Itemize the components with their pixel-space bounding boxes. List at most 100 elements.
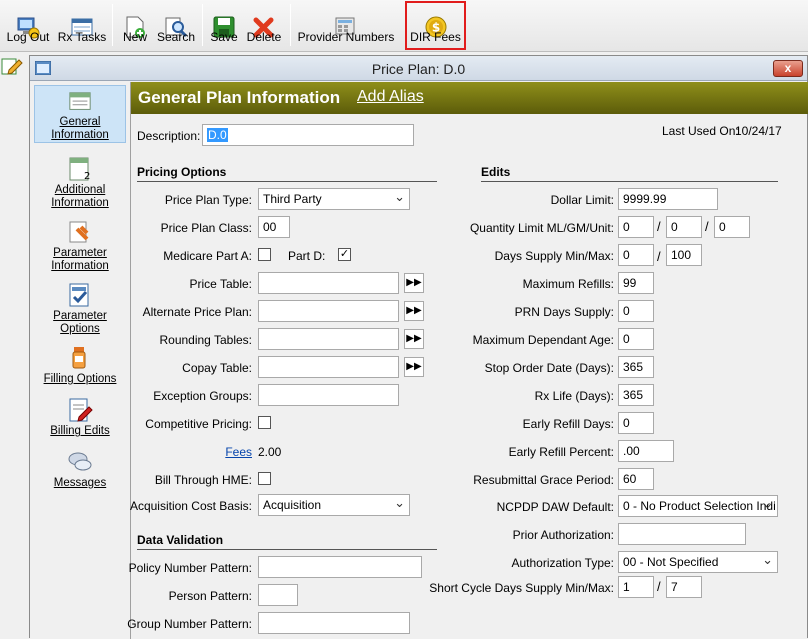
quantity-limit-ml-field[interactable]: 0: [618, 216, 654, 238]
authorization-type-select[interactable]: 00 - Not Specified: [618, 551, 778, 573]
dollar-limit-field[interactable]: 9999.99: [618, 188, 718, 210]
maximum-refills-field[interactable]: 99: [618, 272, 654, 294]
stop-order-date-label: Stop Order Date (Days):: [484, 361, 614, 375]
competitive-pricing-label: Competitive Pricing:: [145, 417, 252, 431]
nav-messages[interactable]: Messages: [34, 445, 126, 493]
early-refill-days-value: 0: [623, 416, 630, 430]
delete-button[interactable]: Delete: [244, 2, 284, 48]
days-supply-max-field[interactable]: 100: [666, 244, 702, 266]
save-button[interactable]: Save: [208, 2, 240, 48]
quantity-limit-gm-field[interactable]: 0: [666, 216, 702, 238]
search-button[interactable]: Search: [156, 2, 196, 48]
nav-billing-edits[interactable]: Billing Edits: [34, 393, 126, 441]
rx-tasks-label: Rx Tasks: [57, 30, 107, 44]
svg-text:2: 2: [84, 171, 90, 182]
nav-parameter-information[interactable]: Parameter Information: [34, 215, 126, 275]
prior-authorization-field[interactable]: [618, 523, 746, 545]
short-cycle-min-value: 1: [623, 580, 630, 594]
nav-parameter-info-label: Parameter Information: [51, 247, 109, 272]
general-information-icon: [69, 92, 91, 110]
slash-separator: /: [657, 249, 661, 264]
alternate-price-plan-lookup-button[interactable]: ▶▶: [404, 301, 424, 321]
billing-edits-icon: [69, 398, 93, 422]
window-close-button[interactable]: x: [773, 60, 803, 77]
alternate-price-plan-field[interactable]: [258, 300, 399, 322]
quantity-limit-gm-value: 0: [671, 220, 678, 234]
nav-filling-options[interactable]: Filling Options: [34, 341, 126, 389]
price-table-field[interactable]: [258, 272, 399, 294]
copay-table-field[interactable]: [258, 356, 399, 378]
price-plan-class-field[interactable]: 00: [258, 216, 290, 238]
new-button[interactable]: New: [118, 2, 152, 48]
stop-order-date-field[interactable]: 365: [618, 356, 654, 378]
resubmittal-grace-period-label: Resubmittal Grace Period:: [473, 473, 614, 487]
delete-label: Delete: [246, 30, 282, 44]
new-label: New: [122, 30, 147, 44]
messages-icon: [68, 452, 92, 471]
resubmittal-grace-period-field[interactable]: 60: [618, 468, 654, 490]
rounding-tables-lookup-button[interactable]: ▶▶: [404, 329, 424, 349]
days-supply-min-value: 0: [623, 248, 630, 262]
acquisition-cost-basis-value: Acquisition: [263, 498, 322, 512]
person-pattern-label: Person Pattern:: [168, 589, 252, 603]
nav-parameter-options[interactable]: Parameter Options: [34, 278, 126, 338]
exception-groups-field[interactable]: [258, 384, 399, 406]
edit-pencil-icon[interactable]: [1, 56, 25, 76]
bill-through-hme-checkbox[interactable]: [258, 472, 271, 485]
window-title: Price Plan: D.0: [371, 61, 466, 77]
policy-number-pattern-field[interactable]: [258, 556, 422, 578]
copay-table-label: Copay Table:: [182, 361, 252, 375]
prn-days-supply-value: 0: [623, 304, 630, 318]
price-table-lookup-button[interactable]: ▶▶: [404, 273, 424, 293]
dir-fees-button[interactable]: $ DIR Fees: [405, 1, 466, 50]
medicare-part-a-label: Medicare Part A:: [163, 249, 252, 263]
days-supply-min-field[interactable]: 0: [618, 244, 654, 266]
fees-link[interactable]: Fees: [225, 445, 252, 459]
maximum-dependant-age-field[interactable]: 0: [618, 328, 654, 350]
acquisition-cost-basis-label: Acquisition Cost Basis:: [129, 499, 252, 513]
parameter-options-icon: [69, 283, 89, 307]
rx-life-field[interactable]: 365: [618, 384, 654, 406]
authorization-type-label: Authorization Type:: [511, 556, 614, 570]
quantity-limit-unit-field[interactable]: 0: [714, 216, 750, 238]
part-d-checkbox[interactable]: ✓: [338, 248, 351, 261]
add-alias-link[interactable]: Add Alias: [357, 88, 424, 106]
prn-days-supply-field[interactable]: 0: [618, 300, 654, 322]
medicare-part-a-checkbox[interactable]: [258, 248, 271, 261]
ncpdp-daw-default-select[interactable]: 0 - No Product Selection Indi: [618, 495, 778, 517]
nav-additional-information[interactable]: 2 Additional Information: [34, 152, 126, 212]
bill-through-hme-label: Bill Through HME:: [154, 473, 252, 487]
nav-general-information[interactable]: General Information: [34, 85, 126, 143]
short-cycle-days-supply-label: Short Cycle Days Supply Min/Max:: [429, 581, 614, 595]
group-number-pattern-field[interactable]: [258, 612, 410, 634]
description-value: D.0: [207, 128, 228, 142]
rounding-tables-label: Rounding Tables:: [159, 333, 252, 347]
early-refill-percent-field[interactable]: .00: [618, 440, 674, 462]
acquisition-cost-basis-select[interactable]: Acquisition: [258, 494, 410, 516]
provider-numbers-button[interactable]: Provider Numbers: [296, 2, 396, 48]
log-out-button[interactable]: Log Out: [4, 2, 52, 48]
policy-number-pattern-label: Policy Number Pattern:: [128, 561, 252, 575]
ncpdp-daw-default-label: NCPDP DAW Default:: [496, 500, 614, 514]
stop-order-date-value: 365: [623, 360, 644, 374]
maximum-refills-value: 99: [623, 276, 637, 290]
person-pattern-field[interactable]: [258, 584, 298, 606]
copay-table-lookup-button[interactable]: ▶▶: [404, 357, 424, 377]
exception-groups-label: Exception Groups:: [153, 389, 252, 403]
early-refill-days-field[interactable]: 0: [618, 412, 654, 434]
authorization-type-value: 00 - Not Specified: [623, 555, 719, 569]
part-d-label: Part D:: [288, 249, 326, 263]
rx-tasks-button[interactable]: Rx Tasks: [58, 2, 106, 48]
competitive-pricing-checkbox[interactable]: [258, 416, 271, 429]
short-cycle-min-field[interactable]: 1: [618, 576, 654, 598]
early-refill-percent-value: .00: [623, 444, 640, 458]
left-strip: [0, 53, 29, 638]
pricing-options-heading: Pricing Options: [137, 165, 437, 182]
log-out-label: Log Out: [6, 30, 50, 44]
filling-options-icon: [72, 347, 86, 369]
price-plan-type-select[interactable]: Third Party: [258, 188, 410, 210]
rounding-tables-field[interactable]: [258, 328, 399, 350]
days-supply-label: Days Supply Min/Max:: [494, 249, 614, 263]
description-field[interactable]: D.0: [202, 124, 414, 146]
short-cycle-max-field[interactable]: 7: [666, 576, 702, 598]
